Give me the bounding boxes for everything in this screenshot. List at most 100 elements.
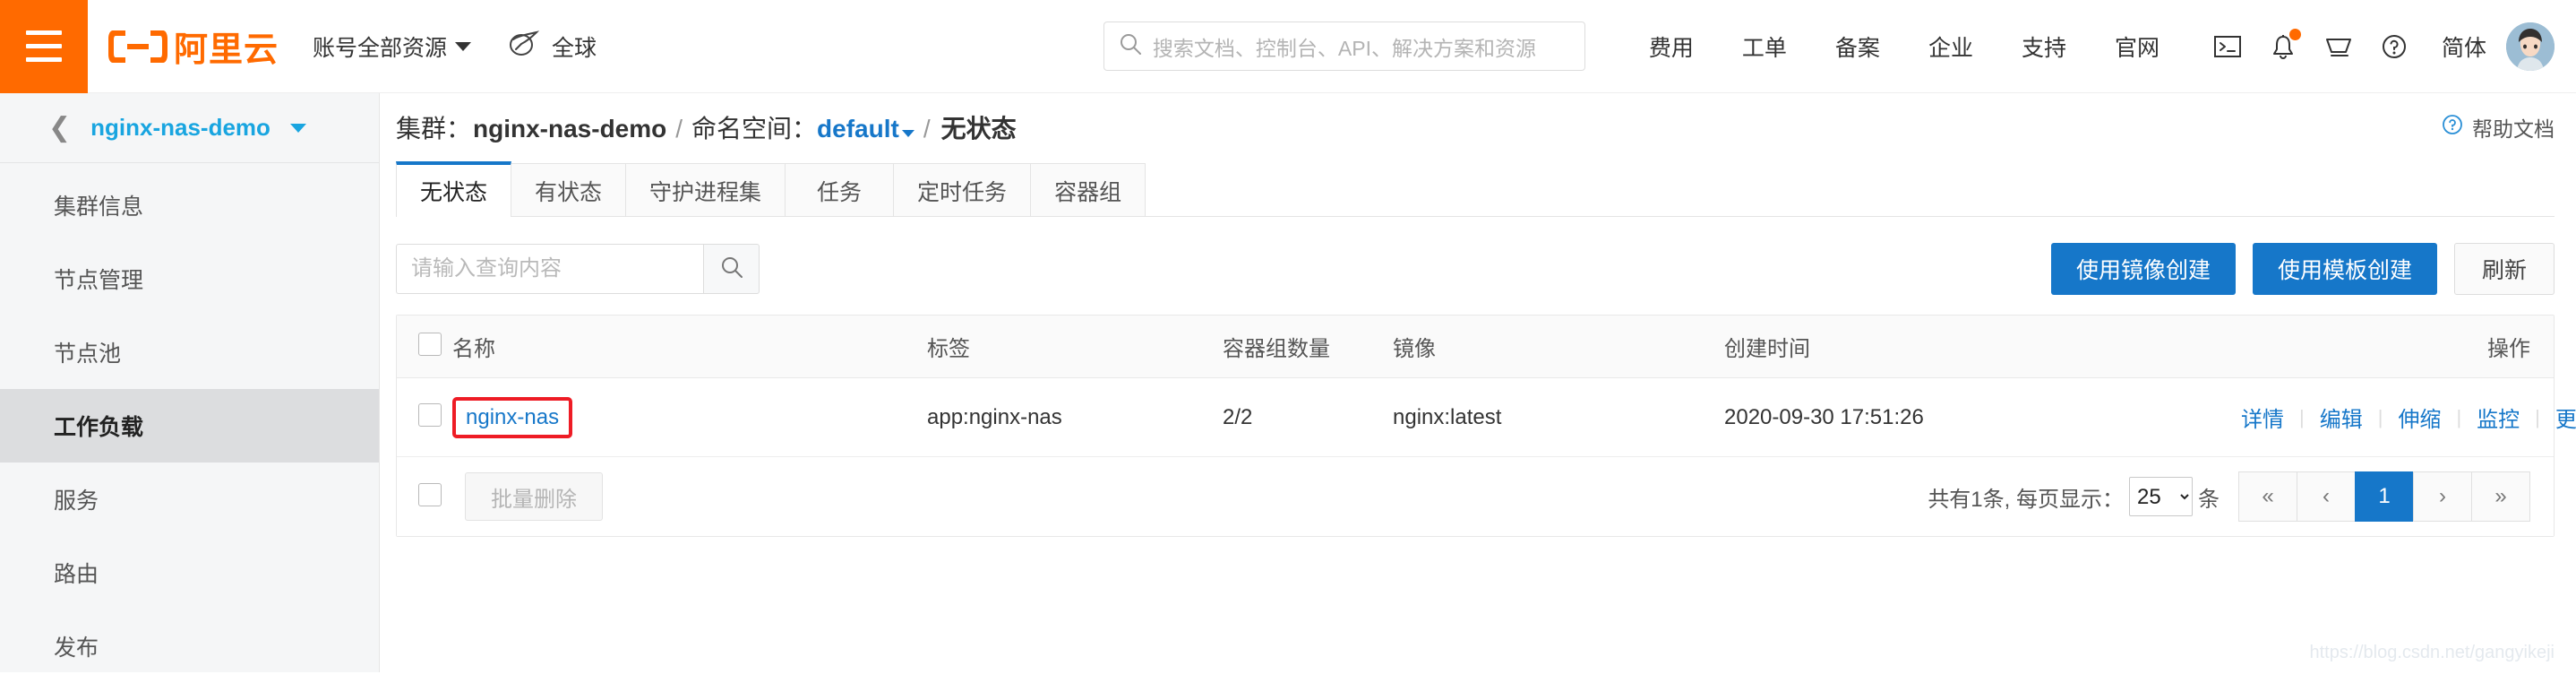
breadcrumb-cluster-value: nginx-nas-demo [473, 115, 667, 143]
workload-table: 名称 标签 容器组数量 镜像 创建时间 操作 nginx-nas app:ngi… [396, 315, 2576, 537]
tab-stateful[interactable]: 有状态 [511, 163, 627, 217]
top-nav-item-5[interactable]: 官网 [2091, 30, 2184, 63]
bulk-select-cell [397, 482, 452, 511]
region-selector[interactable]: 全球 [507, 30, 597, 63]
breadcrumb-row: 集群： nginx-nas-demo / 命名空间： default / 无状态… [380, 93, 2576, 161]
action-edit[interactable]: 编辑 [2305, 402, 2378, 433]
search-icon [720, 255, 743, 283]
row-checkbox[interactable] [418, 403, 442, 427]
sidebar-item-label: 节点池 [54, 342, 122, 367]
row-select-cell [397, 403, 452, 431]
pagination-total-text: 共有1条, 每页显示： [1928, 487, 2124, 512]
sidebar-item-cluster-info[interactable]: 集群信息 [0, 169, 379, 242]
language-switcher[interactable]: 简体 [2442, 30, 2486, 63]
create-from-template-button[interactable]: 使用模板创建 [2252, 243, 2437, 295]
page-last-button[interactable]: » [2471, 471, 2530, 522]
sidebar-item-node-management[interactable]: 节点管理 [0, 242, 379, 316]
tab-bar: 无状态 有状态 守护进程集 任务 定时任务 容器组 [396, 161, 2576, 217]
global-search[interactable]: 搜索文档、控制台、API、解决方案和资源 [1103, 22, 1585, 71]
region-label: 全球 [552, 35, 597, 61]
top-nav-item-0[interactable]: 费用 [1625, 30, 1718, 63]
pagination-buttons: « ‹ 1 › » [2238, 471, 2530, 522]
tab-label: 无状态 [420, 180, 488, 205]
sidebar-cluster-selector[interactable]: ❮ nginx-nas-demo [0, 93, 379, 163]
chevron-left-icon[interactable]: ❮ [48, 114, 71, 142]
chevron-down-icon [289, 123, 306, 133]
refresh-button[interactable]: 刷新 [2453, 243, 2555, 295]
account-resource-selector[interactable]: 账号全部资源 [313, 30, 472, 63]
page-number-1[interactable]: 1 [2355, 471, 2414, 522]
action-monitor[interactable]: 监控 [2461, 402, 2535, 433]
breadcrumb-separator: / [675, 115, 683, 143]
cell-actions: 详情 | 编辑 | 伸缩 | 监控 | 更多 [2226, 402, 2576, 433]
create-from-image-button[interactable]: 使用镜像创建 [2050, 243, 2236, 295]
globe-icon [507, 30, 541, 63]
help-circle-icon[interactable] [2366, 21, 2422, 73]
page-size-select[interactable]: 25 50 100 [2129, 477, 2193, 516]
avatar[interactable] [2506, 22, 2555, 71]
sidebar: ❮ nginx-nas-demo 集群信息 节点管理 节点池 工作负载 服务 路… [0, 93, 380, 672]
bulk-delete-button[interactable]: 批量删除 [465, 472, 603, 521]
tab-pod[interactable]: 容器组 [1030, 163, 1146, 217]
action-more[interactable]: 更多 [2540, 402, 2576, 433]
tab-daemonset[interactable]: 守护进程集 [625, 163, 786, 217]
page-prev-button[interactable]: ‹ [2297, 471, 2356, 522]
aliyun-logo[interactable]: 阿里云 [107, 22, 279, 71]
bell-icon[interactable] [2255, 21, 2311, 73]
help-doc-link[interactable]: 帮助文档 [2442, 112, 2555, 143]
breadcrumb-current: 无状态 [940, 115, 1017, 143]
pagination: 共有1条, 每页显示： 25 50 100 条 « ‹ 1 › » [1928, 471, 2554, 522]
tab-stateless[interactable]: 无状态 [396, 161, 512, 217]
main-content: 集群： nginx-nas-demo / 命名空间： default / 无状态… [380, 93, 2576, 672]
sidebar-item-label: 发布 [54, 635, 99, 661]
chevron-down-icon[interactable] [901, 130, 914, 137]
top-nav-item-2[interactable]: 备案 [1811, 30, 1904, 63]
sidebar-item-ingress[interactable]: 路由 [0, 536, 379, 610]
top-nav-item-4[interactable]: 支持 [1997, 30, 2091, 63]
question-circle-icon [2442, 114, 2463, 141]
top-nav-item-1[interactable]: 工单 [1718, 30, 1811, 63]
tab-cronjob[interactable]: 定时任务 [893, 163, 1032, 217]
cart-icon[interactable] [2311, 21, 2366, 73]
workload-name-link[interactable]: nginx-nas [466, 405, 559, 429]
sidebar-cluster-name: nginx-nas-demo [90, 114, 270, 141]
breadcrumb-separator: / [923, 115, 931, 143]
query-search[interactable] [396, 244, 760, 294]
action-scale[interactable]: 伸缩 [2383, 402, 2456, 433]
column-header-tag: 标签 [927, 337, 970, 361]
pagination-unit-text: 条 [2198, 487, 2220, 512]
bulk-select-checkbox[interactable] [418, 482, 442, 506]
select-all-cell [397, 333, 452, 360]
global-search-box[interactable]: 搜索文档、控制台、API、解决方案和资源 [1103, 22, 1585, 71]
sidebar-item-label: 工作负载 [54, 415, 144, 440]
account-resource-label: 账号全部资源 [313, 35, 448, 61]
sidebar-item-label: 服务 [54, 488, 99, 514]
action-detail[interactable]: 详情 [2226, 402, 2299, 433]
page-first-button[interactable]: « [2238, 471, 2297, 522]
column-header-pods: 容器组数量 [1223, 337, 1330, 361]
table-row: nginx-nas app:nginx-nas 2/2 nginx:latest… [397, 378, 2576, 457]
hamburger-icon[interactable] [0, 0, 88, 93]
sidebar-item-node-pool[interactable]: 节点池 [0, 316, 379, 389]
search-input[interactable] [396, 244, 703, 294]
search-button[interactable] [703, 244, 760, 294]
tab-label: 守护进程集 [649, 179, 762, 205]
tab-label: 有状态 [535, 179, 603, 205]
sidebar-item-label: 集群信息 [54, 195, 144, 220]
select-all-checkbox[interactable] [418, 333, 442, 356]
sidebar-item-label: 路由 [54, 562, 99, 587]
breadcrumb-namespace-value[interactable]: default [817, 115, 899, 143]
sidebar-item-workload[interactable]: 工作负载 [0, 389, 379, 463]
tab-job[interactable]: 任务 [785, 163, 895, 217]
action-more-label: 更多 [2555, 408, 2576, 432]
row-action-group: 详情 | 编辑 | 伸缩 | 监控 | 更多 [2226, 402, 2576, 433]
cell-created: 2020-09-30 17:51:26 [1724, 404, 1924, 429]
top-nav-item-3[interactable]: 企业 [1904, 30, 1997, 63]
sidebar-item-service[interactable]: 服务 [0, 463, 379, 536]
column-header-actions: 操作 [2487, 337, 2530, 361]
cell-name: nginx-nas [452, 396, 927, 438]
terminal-icon[interactable] [2200, 21, 2255, 73]
breadcrumb-cluster-label: 集群： [396, 115, 472, 143]
tab-bar-divider [396, 216, 2555, 217]
page-next-button[interactable]: › [2413, 471, 2472, 522]
